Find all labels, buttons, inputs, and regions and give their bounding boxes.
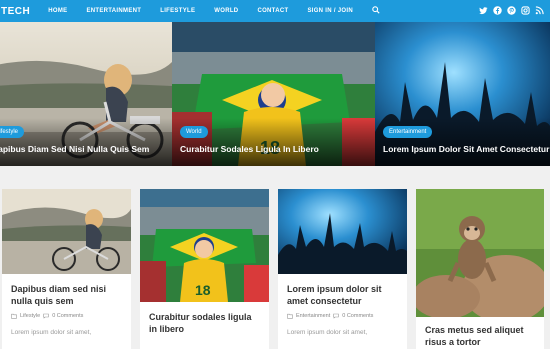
- card-comments[interactable]: 0 Comments: [342, 313, 373, 319]
- card-excerpt: Lorem ipsum dolor sit amet,: [11, 329, 92, 336]
- search-icon[interactable]: [372, 6, 382, 16]
- facebook-icon[interactable]: [493, 6, 502, 15]
- comment-icon: [43, 313, 49, 319]
- menu-item-home[interactable]: HOME: [48, 8, 67, 14]
- card-comments[interactable]: 0 Comments: [52, 313, 83, 319]
- card-image[interactable]: [2, 189, 131, 274]
- card-image[interactable]: 18: [140, 189, 269, 302]
- post-card: Cras metus sed aliquet risus a tortor: [416, 189, 544, 349]
- twitter-icon[interactable]: [479, 6, 488, 15]
- menu-item-world[interactable]: WORLD: [214, 8, 238, 14]
- post-card: 18 Curabitur sodales ligula in libero: [140, 189, 269, 349]
- comment-icon: [333, 313, 339, 319]
- folder-icon: [287, 313, 293, 319]
- menu-item-entertainment[interactable]: ENTERTAINMENT: [86, 8, 141, 14]
- category-badge[interactable]: World: [180, 126, 208, 138]
- card-category[interactable]: Entertainment: [296, 313, 330, 319]
- rss-icon[interactable]: [535, 6, 544, 15]
- card-title[interactable]: Cras metus sed aliquet risus a tortor: [425, 324, 536, 348]
- instagram-icon[interactable]: [521, 6, 530, 15]
- social-links: [474, 6, 544, 15]
- post-card: Dapibus diam sed nisi nulla quis sem Lif…: [2, 189, 131, 349]
- card-title[interactable]: Dapibus diam sed nisi nulla quis sem: [11, 283, 123, 307]
- menu-item-lifestyle[interactable]: LIFESTYLE: [160, 8, 195, 14]
- slide-title[interactable]: Lorem Ipsum Dolor Sit Amet Consectetur: [383, 144, 549, 154]
- slide-lifestyle[interactable]: Lifestyle Dapibus Diam Sed Nisi Nulla Qu…: [0, 22, 172, 166]
- slide-world[interactable]: 18 World Curabitur Sodales Ligula In Lib…: [172, 22, 375, 166]
- slide-entertainment[interactable]: Entertainment Lorem Ipsum Dolor Sit Amet…: [375, 22, 550, 166]
- card-title[interactable]: Curabitur sodales ligula in libero: [149, 311, 261, 335]
- slide-overlay: [0, 118, 172, 166]
- slide-title[interactable]: Curabitur Sodales Ligula In Libero: [180, 144, 319, 154]
- card-image[interactable]: [278, 189, 407, 274]
- card-title[interactable]: Lorem ipsum dolor sit amet consectetur: [287, 283, 399, 307]
- card-image[interactable]: [416, 189, 544, 317]
- folder-icon: [11, 313, 17, 319]
- main-menu: HOME ENTERTAINMENT LIFESTYLE WORLD CONTA…: [48, 6, 382, 16]
- menu-item-sign-in[interactable]: SIGN IN / JOIN: [307, 8, 353, 14]
- category-badge[interactable]: Lifestyle: [0, 126, 25, 138]
- top-navbar: TECH HOME ENTERTAINMENT LIFESTYLE WORLD …: [0, 0, 550, 22]
- featured-slider: Lifestyle Dapibus Diam Sed Nisi Nulla Qu…: [0, 22, 550, 166]
- pinterest-icon[interactable]: [507, 6, 516, 15]
- site-logo[interactable]: TECH: [1, 6, 30, 17]
- card-excerpt: Lorem ipsum dolor sit amet,: [287, 329, 368, 336]
- category-badge[interactable]: Entertainment: [383, 126, 433, 138]
- svg-text:18: 18: [195, 282, 211, 298]
- card-meta: Lifestyle 0 Comments: [11, 313, 86, 319]
- slide-title[interactable]: Dapibus Diam Sed Nisi Nulla Quis Sem: [0, 144, 149, 154]
- card-meta: Entertainment 0 Comments: [287, 313, 376, 319]
- post-card: Lorem ipsum dolor sit amet consectetur E…: [278, 189, 407, 349]
- menu-item-contact[interactable]: CONTACT: [257, 8, 288, 14]
- card-category[interactable]: Lifestyle: [20, 313, 40, 319]
